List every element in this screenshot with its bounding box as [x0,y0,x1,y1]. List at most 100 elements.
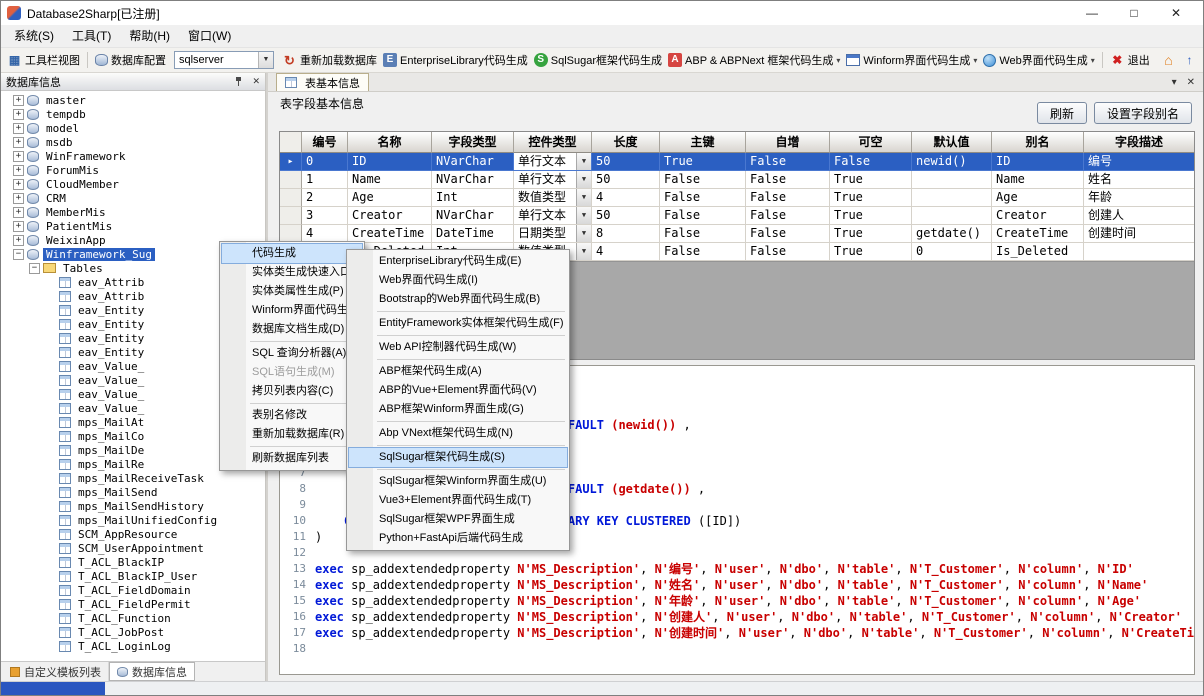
close-button[interactable]: ✕ [1155,1,1197,25]
combo-dropdown-icon[interactable]: ▼ [258,52,273,68]
grid-cell[interactable]: Name [348,171,432,189]
tree-node[interactable]: SCM_AppResource [1,527,265,541]
tree-node[interactable]: mps_MailUnifiedConfig [1,513,265,527]
panel-close-icon[interactable]: ✕ [252,76,260,87]
context-menu-item[interactable]: 重新加载数据库(R) [222,425,362,444]
database-type-combo[interactable]: sqlserver▼ [174,51,274,69]
submenu-item[interactable]: ABP框架Winform界面生成(G) [349,400,567,419]
tree-node[interactable]: mps_MailSendHistory [1,499,265,513]
grid-cell[interactable]: 0 [912,243,992,261]
column-header[interactable]: 长度 [592,132,660,153]
tree-node[interactable]: +PatientMis [1,219,265,233]
grid-cell[interactable] [912,171,992,189]
column-header[interactable]: 自增 [746,132,830,153]
grid-cell[interactable]: getdate() [912,225,992,243]
tree-node[interactable]: SCM_UserAppointment [1,541,265,555]
panel-tab[interactable]: 数据库信息 [109,662,195,681]
minimize-button[interactable]: — [1071,1,1113,25]
grid-cell[interactable]: 0 [302,153,348,171]
grid-cell[interactable]: 50 [592,153,660,171]
grid-cell[interactable]: Creator [992,207,1084,225]
grid-cell[interactable]: 年龄 [1084,189,1195,207]
tree-node[interactable]: T_ACL_FieldPermit [1,597,265,611]
column-header[interactable]: 编号 [302,132,348,153]
tree-node[interactable]: mps_MailReceiveTask [1,471,265,485]
context-menu-item[interactable]: 数据库文档生成(D) [222,320,362,339]
reload-button[interactable]: ↻重新加载数据库 [280,50,379,70]
control-type-cell[interactable]: 单行文本▼ [514,171,592,189]
tree-node[interactable]: mps_MailSend [1,485,265,499]
grid-cell[interactable]: False [746,189,830,207]
column-header[interactable]: 名称 [348,132,432,153]
tab-list-dropdown-icon[interactable]: ▾ [1172,77,1177,88]
context-menu-item[interactable]: 实体类生成快速入口▸ [222,263,362,282]
grid-cell[interactable]: NVarChar [432,153,514,171]
submenu-item[interactable]: Bootstrap的Web界面代码生成(B) [349,290,567,309]
grid-cell[interactable]: Int [432,189,514,207]
expand-toggle-icon[interactable]: + [13,235,24,246]
submenu-item[interactable]: ABP的Vue+Element界面代码(V) [349,381,567,400]
expand-toggle-icon[interactable]: + [13,151,24,162]
context-menu-item[interactable]: 刷新数据库列表 [222,449,362,468]
grid-cell[interactable] [912,189,992,207]
grid-row[interactable]: 3CreatorNVarChar单行文本▼50FalseFalseTrueCre… [280,207,1194,225]
grid-row[interactable]: 2AgeInt数值类型▼4FalseFalseTrueAge年龄 [280,189,1194,207]
dropdown-arrow-icon[interactable]: ▼ [576,153,591,170]
home-button[interactable]: ⌂ [1159,51,1178,70]
grid-cell[interactable]: False [830,153,912,171]
grid-cell[interactable]: 4 [592,243,660,261]
grid-cell[interactable]: 编号 [1084,153,1195,171]
column-header[interactable]: 字段类型 [432,132,514,153]
grid-cell[interactable]: 创建时间 [1084,225,1195,243]
column-header[interactable]: 可空 [830,132,912,153]
grid-cell[interactable]: False [746,225,830,243]
grid-cell[interactable]: ID [992,153,1084,171]
grid-cell[interactable]: NVarChar [432,207,514,225]
expand-toggle-icon[interactable]: + [13,207,24,218]
grid-cell[interactable]: True [830,189,912,207]
submenu-item[interactable]: Web界面代码生成(I) [349,271,567,290]
menubar-item[interactable]: 窗口(W) [179,25,240,47]
column-header[interactable]: 字段描述 [1084,132,1195,153]
submenu-item[interactable]: EnterpriseLibrary代码生成(E) [349,252,567,271]
winform-button[interactable]: Winform界面代码生成▾ [844,50,979,70]
control-type-cell[interactable]: 数值类型▼ [514,189,592,207]
tree-node[interactable]: +master [1,93,265,107]
column-header[interactable]: 别名 [992,132,1084,153]
exit-button[interactable]: ✖退出 [1108,50,1152,70]
expand-toggle-icon[interactable]: + [13,109,24,120]
pin-icon[interactable] [234,76,245,87]
tree-node[interactable]: T_ACL_FieldDomain [1,583,265,597]
submenu-item[interactable]: ABP框架代码生成(A) [349,362,567,381]
expand-toggle-icon[interactable]: − [29,263,40,274]
context-menu-item[interactable]: Winform界面代码生成(W) [222,301,362,320]
grid-cell[interactable]: False [660,207,746,225]
grid-row[interactable]: 1NameNVarChar单行文本▼50FalseFalseTrueName姓名 [280,171,1194,189]
context-menu-item[interactable]: SQL语句生成(M)▸ [222,363,362,382]
database-button[interactable]: 数据库配置 [93,50,168,70]
tree-node[interactable]: +CloudMember [1,177,265,191]
grid-cell[interactable]: 8 [592,225,660,243]
context-menu-item[interactable]: 拷贝列表内容(C) [222,382,362,401]
tree-node[interactable]: +WinFramework [1,149,265,163]
row-selector[interactable] [280,189,302,207]
grid-cell[interactable]: DateTime [432,225,514,243]
dropdown-arrow-icon[interactable]: ▼ [576,225,591,242]
grid-cell[interactable]: False [660,189,746,207]
set-field-alias-button[interactable]: 设置字段别名 [1094,102,1192,124]
tree-node[interactable]: T_ACL_BlackIP [1,555,265,569]
column-header[interactable]: 主键 [660,132,746,153]
grid-cell[interactable]: 4 [592,189,660,207]
grid-cell[interactable]: 2 [302,189,348,207]
expand-toggle-icon[interactable]: + [13,179,24,190]
grid-cell[interactable]: False [660,171,746,189]
grid-cell[interactable]: 姓名 [1084,171,1195,189]
tree-node[interactable]: +model [1,121,265,135]
expand-toggle-icon[interactable]: + [13,95,24,106]
grid-cell[interactable]: CreateTime [992,225,1084,243]
dropdown-arrow-icon[interactable]: ▼ [576,189,591,206]
row-selector[interactable] [280,207,302,225]
tab-table-basic-info[interactable]: 表基本信息 [276,73,369,91]
tree-node[interactable]: T_ACL_JobPost [1,625,265,639]
grid-cell[interactable]: 创建人 [1084,207,1195,225]
